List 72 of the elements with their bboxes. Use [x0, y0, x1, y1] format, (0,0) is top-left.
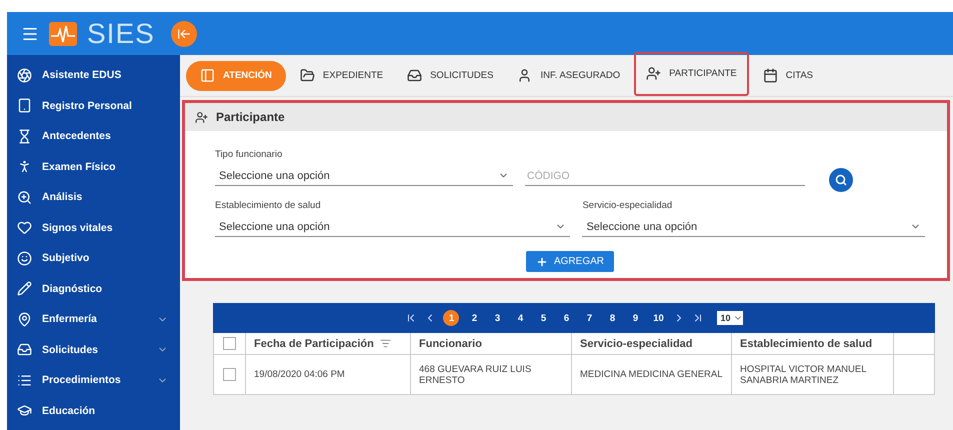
sort-icon[interactable] [380, 338, 391, 349]
sidebar-item[interactable]: Educación [7, 396, 180, 426]
user-icon [517, 68, 532, 83]
page-number[interactable]: 3 [489, 310, 506, 326]
page-number[interactable]: 7 [581, 310, 598, 326]
panel-icon [200, 68, 215, 83]
tablet-icon [17, 98, 32, 114]
smiley-icon [17, 250, 32, 266]
list-icon [17, 372, 32, 388]
field-label: Establecimiento de salud [215, 200, 322, 211]
page-number[interactable]: 10 [650, 310, 666, 326]
page-number[interactable]: 6 [558, 310, 574, 326]
tab[interactable]: PARTICIPANTE [634, 52, 749, 96]
inbox-icon [407, 68, 422, 83]
select-field[interactable]: Seleccione una opción [215, 217, 570, 237]
tab[interactable]: EXPEDIENTE [290, 60, 394, 90]
sidebar-item[interactable]: Subjetivo [7, 243, 180, 274]
field-label: Tipo funcionario [215, 149, 284, 160]
graduation-cap-icon [17, 403, 32, 418]
column-header: Fecha de Participación [246, 333, 411, 355]
app-title: SIES [87, 18, 155, 50]
sidebar-item[interactable]: Examen Físico [7, 152, 180, 182]
folder-icon [300, 68, 315, 83]
collapse-button[interactable] [170, 20, 197, 46]
field-label: Servicio-especialidad [582, 200, 674, 211]
column-header: Funcionario [411, 333, 572, 355]
page-number[interactable]: 2 [466, 310, 482, 326]
sidebar-item[interactable]: Análisis [7, 182, 180, 212]
pencil-icon [17, 281, 32, 296]
logo-icon [49, 22, 77, 46]
map-pin-icon [17, 312, 32, 327]
tab[interactable]: CITAS [752, 60, 824, 90]
column-header: Establecimiento de salud [732, 333, 894, 355]
arrow-left-icon [176, 26, 191, 40]
table-cell: MEDICINA MEDICINA GENERAL [572, 355, 732, 395]
inbox-icon [17, 342, 32, 358]
heart-icon [17, 220, 32, 236]
page-number[interactable]: 5 [535, 310, 552, 326]
sidebar-item[interactable]: Diagnóstico [7, 274, 180, 304]
checkbox[interactable] [223, 368, 236, 381]
sidebar-item[interactable]: Solicitudes [7, 334, 180, 365]
column-header: Servicio-especialidad [572, 333, 732, 355]
aperture-icon [17, 68, 32, 83]
sidebar-item[interactable]: Enfermería [7, 304, 180, 334]
search-icon [835, 174, 847, 186]
hourglass-icon [17, 128, 32, 144]
page-number[interactable]: 8 [604, 310, 620, 326]
add-button[interactable]: AGREGAR [526, 251, 614, 272]
add-user-icon [195, 110, 208, 124]
table-cell: HOSPITAL VICTOR MANUEL SANABRIA MARTINEZ [732, 355, 894, 395]
person-icon [17, 159, 32, 174]
calendar-icon [762, 68, 778, 83]
page-number[interactable]: 9 [627, 310, 644, 326]
page-size-select[interactable]: 10 [717, 311, 742, 325]
table-cell: 19/08/2020 04:06 PM [246, 355, 411, 395]
plus-icon [536, 256, 548, 268]
sidebar-item[interactable]: Procedimientos [7, 365, 180, 396]
sidebar-item[interactable]: Asistente EDUS [7, 60, 180, 90]
checkbox[interactable] [223, 337, 236, 350]
table-cell: 468 GUEVARA RUIZ LUIS ERNESTO [411, 355, 572, 395]
sidebar-item[interactable]: Registro Personal [7, 90, 180, 121]
select-field[interactable]: Seleccione una opción [215, 166, 513, 186]
tab[interactable]: SOLICITUDES [397, 60, 504, 90]
search-button[interactable] [829, 168, 853, 192]
page-number[interactable]: 4 [512, 310, 528, 326]
sidebar-item[interactable]: Signos vitales [7, 212, 180, 243]
panel-title: Participante [216, 110, 285, 124]
zoom-icon [17, 190, 32, 205]
add-user-icon [646, 66, 662, 81]
sidebar-item[interactable]: Antecedentes [7, 121, 180, 152]
tab[interactable]: INF. ASEGURADO [507, 60, 630, 90]
select-field[interactable]: Seleccione una opción [582, 217, 925, 237]
